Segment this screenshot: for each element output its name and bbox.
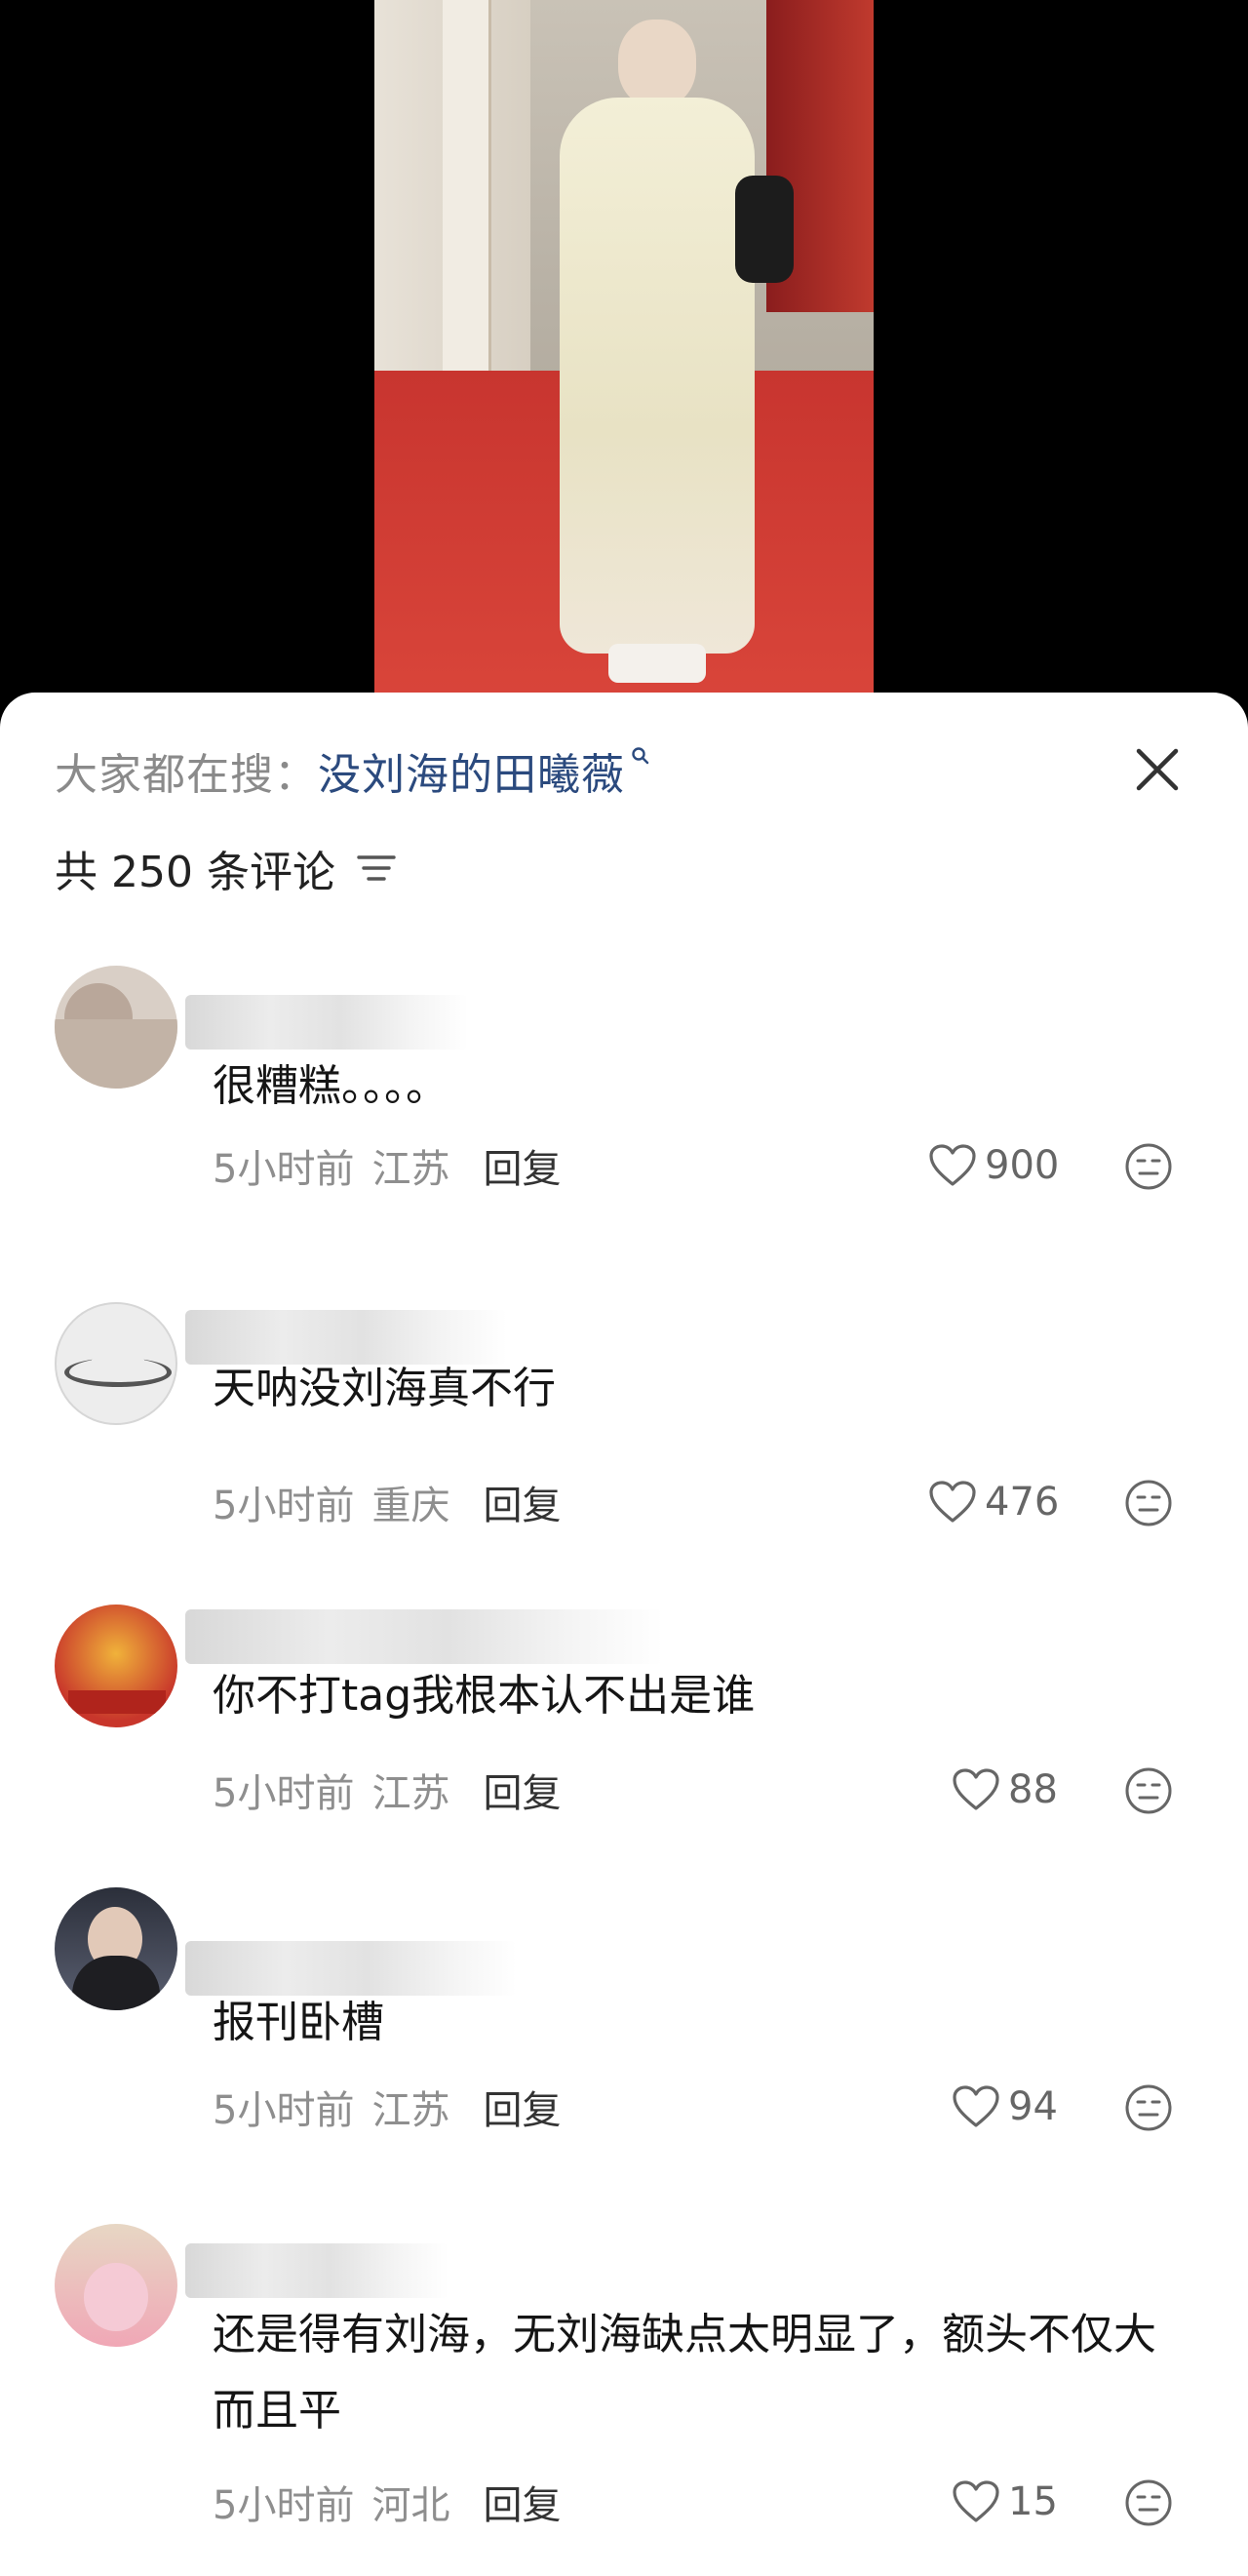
like-count: 15 (1008, 2479, 1058, 2524)
heart-outline-icon (953, 2085, 999, 2127)
video-frame (374, 0, 874, 694)
meh-face-icon[interactable] (1123, 2082, 1174, 2133)
comment-text: 你不打tag我根本认不出是谁 (213, 1671, 756, 1721)
comment-text: 很糟糕。。。。 (213, 1061, 448, 1111)
close-button[interactable] (1123, 735, 1191, 804)
comment-time: 5小时前 (213, 1147, 355, 1192)
comment-text: 还是得有刘海，无刘海缺点太明显了，额头不仅大而且平 (213, 2310, 1156, 2436)
username-blurred[interactable] (185, 2243, 448, 2298)
search-suggestion-prefix: 大家都在搜： (55, 750, 318, 800)
meh-face-icon[interactable] (1123, 1478, 1174, 1528)
comment-location: 江苏 (371, 1771, 450, 1816)
comment-time: 5小时前 (213, 1484, 355, 1528)
username-blurred[interactable] (185, 995, 468, 1050)
comment-text: 天呐没刘海真不行 (213, 1364, 556, 1413)
comment-meta: 5小时前 重庆 回复 (213, 1473, 561, 1531)
comment-panel: 大家都在搜： 没刘海的田曦薇 共 250 条评论 很糟糕。。。。 5小时前 江苏… (0, 693, 1248, 2576)
sort-icon[interactable] (357, 852, 396, 885)
person-legs (608, 644, 706, 683)
like-count: 88 (1008, 1767, 1058, 1812)
comment-location: 江苏 (371, 2088, 450, 2133)
avatar[interactable] (55, 1302, 177, 1425)
comment-location: 江苏 (371, 1147, 450, 1192)
comment-count: 共 250 条评论 (55, 839, 396, 897)
like-count: 476 (985, 1480, 1060, 1525)
video-pillar (443, 0, 491, 410)
comment-location: 河北 (371, 2483, 450, 2528)
avatar[interactable] (55, 1887, 177, 2010)
heart-outline-icon (929, 1144, 976, 1186)
meh-face-icon[interactable] (1123, 2477, 1174, 2528)
avatar[interactable] (55, 966, 177, 1089)
comment-meta: 5小时前 江苏 回复 (213, 1136, 561, 1195)
like-button[interactable]: 94 (952, 2078, 1058, 2136)
search-suggestion[interactable]: 大家都在搜： 没刘海的田曦薇 (55, 741, 650, 800)
video-player[interactable] (0, 0, 1248, 712)
like-button[interactable]: 476 (928, 1473, 1059, 1531)
avatar[interactable] (55, 2224, 177, 2347)
comment-time: 5小时前 (213, 2088, 355, 2133)
reply-button[interactable]: 回复 (483, 1762, 561, 1818)
reply-button[interactable]: 回复 (483, 2474, 561, 2530)
reply-button[interactable]: 回复 (483, 2079, 561, 2135)
like-button[interactable]: 15 (952, 2473, 1058, 2531)
like-count: 94 (1008, 2084, 1058, 2129)
person-bag (735, 176, 794, 283)
heart-outline-icon (953, 1768, 999, 1810)
comment-time: 5小时前 (213, 2483, 355, 2528)
search-suggestion-keyword[interactable]: 没刘海的田曦薇 (318, 739, 625, 802)
comment-location: 重庆 (371, 1484, 450, 1528)
person-dress (560, 98, 755, 654)
meh-face-icon[interactable] (1123, 1141, 1174, 1192)
like-button[interactable]: 88 (952, 1761, 1058, 1819)
like-count: 900 (985, 1143, 1060, 1188)
close-icon (1136, 748, 1179, 791)
avatar[interactable] (55, 1605, 177, 1727)
meh-face-icon[interactable] (1123, 1765, 1174, 1816)
person-head (618, 20, 696, 107)
comment-text: 报刊卧槽 (213, 1998, 384, 2047)
reply-button[interactable]: 回复 (483, 1474, 561, 1530)
comment-meta: 5小时前 江苏 回复 (213, 1761, 561, 1819)
video-person (560, 20, 794, 683)
heart-outline-icon (953, 2480, 999, 2522)
comment-meta: 5小时前 河北 回复 (213, 2473, 561, 2531)
heart-outline-icon (929, 1481, 976, 1523)
comment-count-text: 共 250 条评论 (55, 848, 335, 897)
username-blurred[interactable] (185, 1609, 663, 1664)
like-button[interactable]: 900 (928, 1136, 1059, 1195)
comment-time: 5小时前 (213, 1771, 355, 1816)
reply-button[interactable]: 回复 (483, 1137, 561, 1194)
comment-meta: 5小时前 江苏 回复 (213, 2078, 561, 2136)
search-icon (631, 746, 650, 772)
